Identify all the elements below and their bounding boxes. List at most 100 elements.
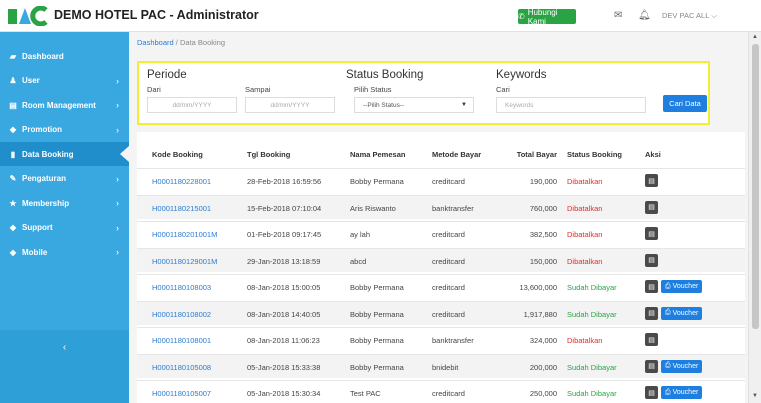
voucher-button-label: Voucher	[672, 283, 699, 290]
contact-button[interactable]: ✆ Hubungi Kami	[518, 7, 576, 26]
sidebar-item-promotion[interactable]: ◆ Promotion ›	[0, 118, 129, 142]
table-row: H0001180215001 15-Feb-2018 07:10:04 Aris R…	[137, 194, 745, 219]
booking-code-link[interactable]: H0001180105007	[152, 389, 211, 398]
voucher-button[interactable]: ⎙ Voucher	[661, 306, 703, 320]
voucher-button-label: Voucher	[672, 309, 699, 317]
top-bar: DEMO HOTEL PAC - Administrator ✆ Hubungi…	[0, 0, 761, 32]
detail-button[interactable]: ▤	[645, 359, 658, 373]
voucher-button[interactable]: ⎙ Voucher	[661, 386, 703, 399]
table-row: H0001180108003 08-Jan-2018 15:00:05 Bobby …	[137, 274, 745, 298]
chevron-right-icon: ›	[116, 124, 119, 135]
search-button[interactable]: Cari Data	[663, 95, 707, 112]
sidebar-item-support[interactable]: ◆ Support ›	[0, 216, 129, 240]
document-icon: ▤	[648, 363, 655, 370]
sidebar-item-pengaturan[interactable]: ✎ Pengaturan ›	[0, 167, 129, 191]
sampai-input[interactable]: dd/mm/YYYY	[245, 97, 335, 113]
scroll-thumb[interactable]	[752, 44, 759, 329]
status-select-value: --Pilih Status--	[363, 101, 405, 109]
customer-name: ay lah	[350, 230, 371, 239]
customer-name: Bobby Permana	[350, 362, 404, 372]
voucher-button-label: Voucher	[672, 362, 699, 370]
chevron-right-icon: ›	[116, 75, 119, 86]
dashboard-icon: ▰	[9, 51, 17, 61]
keywords-input[interactable]: Keywords	[496, 97, 646, 113]
total-amount: 382,500	[529, 230, 557, 239]
sidebar-item-label: Mobile	[22, 247, 48, 257]
customer-name: Bobby Permana	[350, 309, 404, 319]
payment-method: creditcard	[432, 309, 465, 319]
voucher-button[interactable]: ⎙ Voucher	[661, 359, 703, 373]
sidebar-item-user[interactable]: ♟ User ›	[0, 69, 129, 93]
booking-code-link[interactable]: H0001180105008	[152, 363, 211, 372]
bell-icon[interactable]: 🔔︎	[638, 10, 651, 21]
detail-button[interactable]: ▤	[645, 306, 658, 320]
user-menu[interactable]: DEV PAC ALL ⌵	[662, 11, 717, 21]
detail-button[interactable]: ▤	[645, 280, 658, 293]
detail-button[interactable]: ▤	[645, 253, 658, 267]
column-header[interactable]: Tgl Booking	[247, 150, 290, 159]
scrollbar[interactable]: ▲ ▼	[748, 32, 761, 403]
document-icon: ▤	[648, 336, 655, 344]
cari-label: Cari	[496, 85, 510, 94]
detail-button[interactable]: ▤	[645, 333, 658, 346]
table-row: H0001180105008 05-Jan-2018 15:33:38 Bobby …	[137, 353, 745, 378]
pac-logo[interactable]	[8, 6, 48, 26]
mail-icon[interactable]: ✉	[614, 10, 622, 21]
total-amount: 150,000	[529, 256, 557, 266]
booking-code-link[interactable]: H0001180108002	[152, 310, 211, 319]
table-row: H0001180129001M 29-Jan-2018 13:18:59 abcd c…	[137, 247, 745, 272]
breadcrumb-home[interactable]: Dashboard	[137, 38, 174, 47]
payment-method: creditcard	[432, 256, 465, 266]
user-icon: ♟	[9, 76, 17, 85]
payment-method: creditcard	[432, 177, 465, 186]
sidebar-item-label: User	[22, 76, 40, 85]
tag-icon: ◆	[9, 247, 17, 257]
sidebar-item-membership[interactable]: ★ Membership ›	[0, 191, 129, 215]
booking-date: 29-Jan-2018 13:18:59	[247, 256, 321, 266]
periode-heading: Periode	[147, 69, 187, 81]
dari-input[interactable]: dd/mm/YYYY	[147, 97, 237, 113]
column-header[interactable]: Status Booking	[567, 150, 622, 159]
scroll-up-icon[interactable]: ▲	[752, 34, 758, 40]
total-amount: 190,000	[529, 177, 557, 186]
contact-button-label: Hubungi Kami	[527, 7, 558, 26]
booking-status: Dibatalkan	[567, 336, 603, 345]
column-header[interactable]: Nama Pemesan	[350, 150, 405, 159]
sidebar-item-label: Membership	[22, 198, 70, 208]
column-header[interactable]: Aksi	[645, 150, 661, 159]
document-icon: ▤	[648, 389, 655, 397]
status-select[interactable]: --Pilih Status-- ▼	[354, 97, 474, 113]
booking-code-link[interactable]: H0001180129001M	[152, 257, 217, 266]
total-amount: 250,000	[529, 389, 557, 398]
detail-button[interactable]: ▤	[645, 227, 658, 240]
booking-status: Dibatalkan	[567, 230, 603, 239]
total-amount: 200,000	[529, 362, 557, 372]
booking-code-link[interactable]: H0001180201001M	[152, 230, 217, 239]
payment-method: creditcard	[432, 389, 465, 398]
document-icon: ▤	[648, 310, 655, 317]
sidebar-item-room-management[interactable]: ▤ Room Management ›	[0, 93, 129, 117]
sidebar-collapse-button[interactable]: ‹	[0, 330, 129, 403]
scroll-down-icon[interactable]: ▼	[752, 393, 758, 399]
booking-date: 05-Jan-2018 15:30:34	[247, 389, 321, 398]
booking-code-link[interactable]: H0001180108003	[152, 283, 211, 292]
sidebar-item-data-booking[interactable]: ▮ Data Booking	[0, 142, 129, 166]
voucher-button[interactable]: ⎙ Voucher	[661, 280, 703, 293]
sidebar-item-label: Promotion	[22, 125, 62, 134]
sidebar-item-label: Data Booking	[22, 149, 74, 159]
column-header[interactable]: Metode Bayar	[432, 150, 481, 159]
booking-code-link[interactable]: H0001180108001	[152, 336, 211, 345]
customer-name: Bobby Permana	[350, 336, 404, 345]
detail-button[interactable]: ▤	[645, 174, 658, 187]
booking-code-link[interactable]: H0001180228001	[152, 177, 211, 186]
sidebar-item-mobile[interactable]: ◆ Mobile ›	[0, 240, 129, 264]
booking-code-link[interactable]: H0001180215001	[152, 204, 211, 213]
sidebar-item-label: Room Management	[22, 100, 96, 110]
sidebar-item-label: Pengaturan	[22, 174, 67, 183]
document-icon: ▤	[648, 177, 655, 185]
detail-button[interactable]: ▤	[645, 386, 658, 399]
detail-button[interactable]: ▤	[645, 200, 658, 214]
column-header[interactable]: Total Bayar	[497, 150, 557, 159]
sidebar-item-dashboard[interactable]: ▰ Dashboard	[0, 44, 129, 68]
column-header[interactable]: Kode Booking	[152, 150, 203, 159]
